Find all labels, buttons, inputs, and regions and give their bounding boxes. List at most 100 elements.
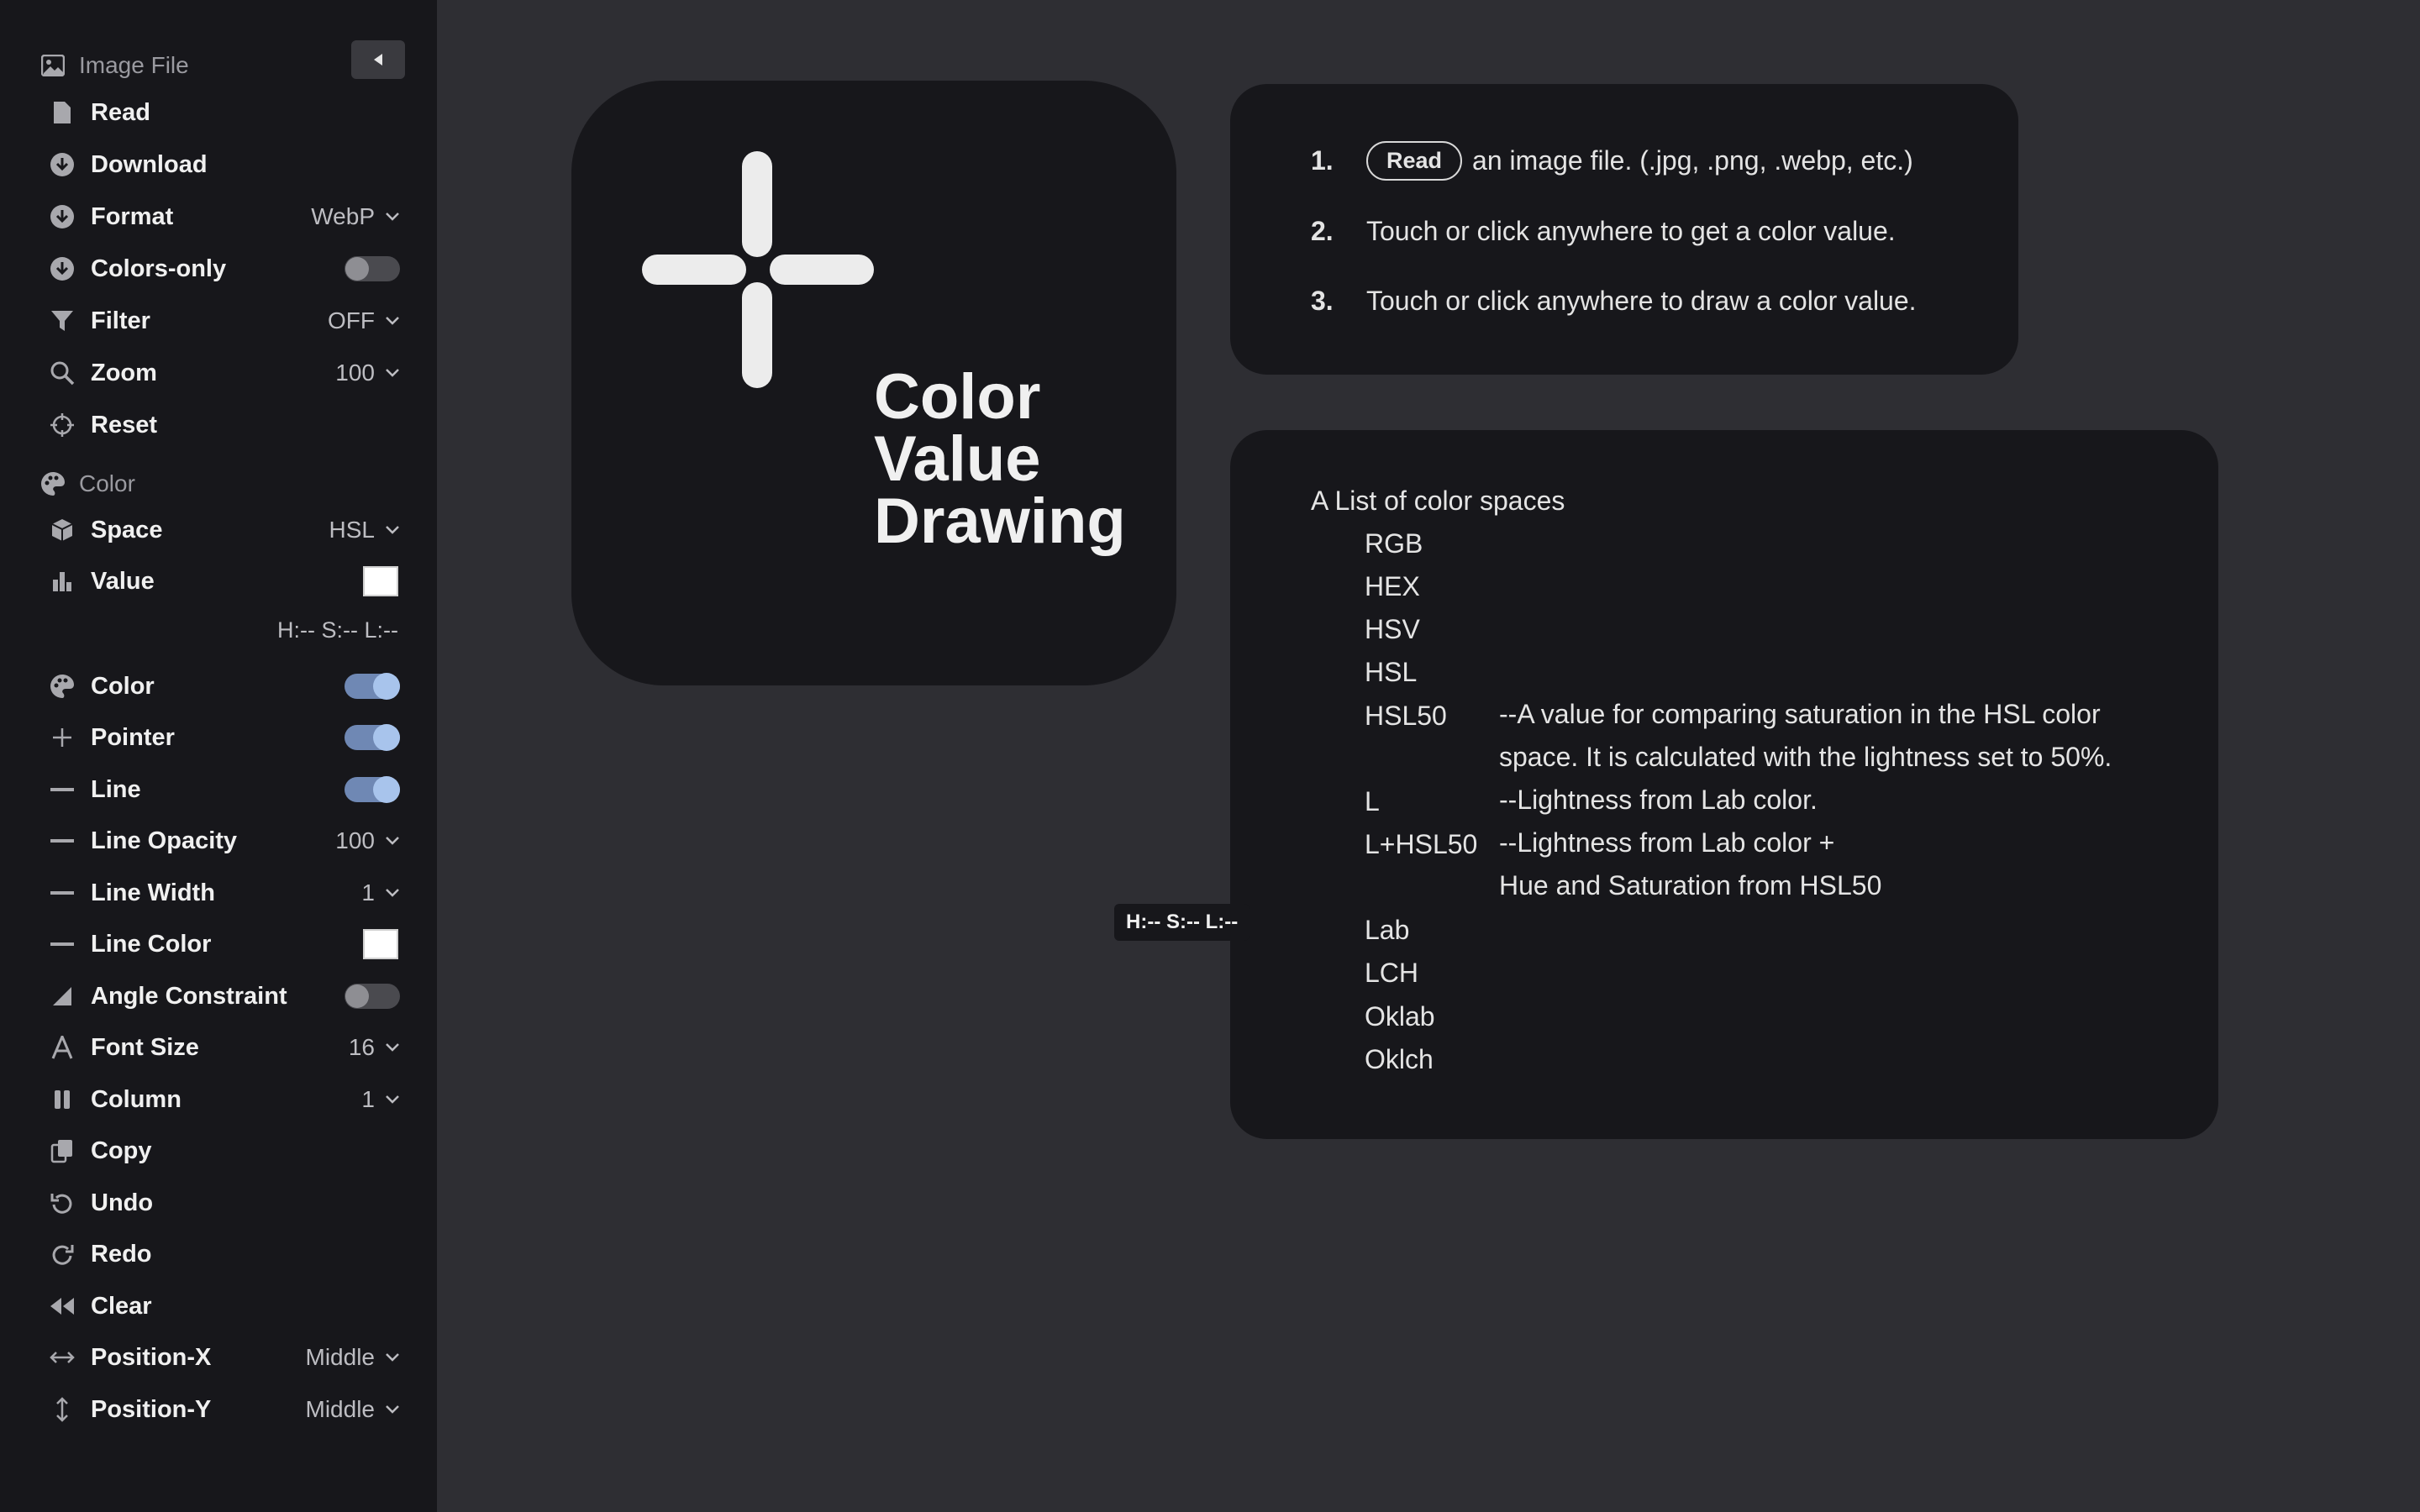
step-text: Touch or click anywhere to draw a color … (1366, 285, 1917, 316)
step-3: 3. Touch or click anywhere to draw a col… (1311, 280, 1917, 322)
line-icon (47, 929, 77, 959)
line-color-label: Line Color (91, 930, 212, 958)
zoom-value: 100 (335, 360, 375, 386)
color-space-item: HEX (1365, 571, 1420, 601)
clear-button[interactable]: Clear (47, 1286, 402, 1326)
copy-button[interactable]: Copy (47, 1131, 402, 1171)
step-number: 2. (1311, 215, 1334, 246)
inline-read-button[interactable]: Read (1366, 140, 1463, 181)
app-logo-card: Color Value Drawing (571, 81, 1176, 685)
color-toggle[interactable] (345, 673, 400, 700)
palette-icon (47, 671, 77, 701)
download-button[interactable]: Download (47, 144, 402, 185)
image-icon (39, 51, 67, 80)
section-label: Color (79, 470, 135, 496)
logo-line-3: Drawing (874, 486, 1126, 557)
color-space-item: RGB (1365, 528, 1423, 559)
value-color-swatch[interactable] (363, 566, 398, 596)
color-row: Color (47, 666, 402, 706)
position-y-value: Middle (305, 1396, 375, 1422)
undo-icon (47, 1188, 77, 1218)
line-width-select[interactable]: Line Width 1 (47, 873, 402, 913)
filter-icon (47, 306, 77, 336)
position-x-select[interactable]: Position-X Middle (47, 1337, 402, 1378)
angle-constraint-label: Angle Constraint (91, 982, 287, 1010)
format-select[interactable]: Format WebP (47, 197, 402, 237)
chevron-down-icon (385, 208, 402, 225)
collapse-sidebar-button[interactable] (351, 40, 405, 79)
download-icon (47, 150, 77, 180)
color-space-item: Oklch (1365, 1044, 1434, 1074)
step-number: 3. (1311, 285, 1334, 316)
space-label: Space (91, 516, 163, 543)
color-space-item: HSL50 (1365, 701, 1447, 731)
floating-color-readout: H:-- S:-- L:-- (1114, 904, 1250, 941)
color-space-item: L+HSL50 (1365, 829, 1478, 859)
step-text: Touch or click anywhere to get a color v… (1366, 215, 1896, 246)
reset-button[interactable]: Reset (47, 405, 402, 445)
angle-icon (47, 981, 77, 1011)
line-toggle[interactable] (345, 776, 400, 803)
line-opacity-select[interactable]: Line Opacity 100 (47, 821, 402, 861)
redo-button[interactable]: Redo (47, 1234, 402, 1274)
angle-constraint-toggle[interactable] (345, 984, 400, 1009)
chevron-down-icon (385, 1091, 402, 1108)
column-select[interactable]: Column 1 (47, 1079, 402, 1120)
read-button[interactable]: Read (47, 92, 402, 133)
section-color: Color (39, 465, 135, 502)
hsl50-description: --A value for comparing saturation in th… (1499, 699, 2112, 772)
pointer-toggle[interactable] (345, 724, 400, 751)
sidebar: Image File Read Download Format WebP Col… (0, 0, 437, 1512)
line-icon (47, 878, 77, 908)
line-icon (47, 826, 77, 856)
column-label: Column (91, 1085, 182, 1113)
space-select[interactable]: Space HSL (47, 510, 402, 550)
position-y-select[interactable]: Position-Y Middle (47, 1389, 402, 1430)
font-size-label: Font Size (91, 1033, 199, 1061)
reset-label: Reset (91, 411, 157, 438)
line-opacity-label: Line Opacity (91, 827, 238, 854)
color-label: Color (91, 672, 155, 700)
colors-only-row: Colors-only (47, 249, 402, 289)
horizontal-arrows-icon (47, 1342, 77, 1373)
zoom-select[interactable]: Zoom 100 (47, 353, 402, 393)
colors-only-label: Colors-only (91, 255, 227, 282)
format-value: WebP (311, 203, 375, 229)
color-space-item: HSL (1365, 657, 1418, 687)
column-value: 1 (361, 1086, 375, 1112)
font-size-select[interactable]: Font Size 16 (47, 1027, 402, 1068)
chevron-down-icon (385, 365, 402, 381)
cube-icon (47, 515, 77, 545)
pointer-label: Pointer (91, 723, 175, 751)
position-x-label: Position-X (91, 1343, 212, 1371)
search-icon (47, 358, 77, 388)
chevron-down-icon (385, 1039, 402, 1056)
color-space-item: HSV (1365, 614, 1420, 644)
line-width-label: Line Width (91, 879, 215, 906)
chevron-down-icon (385, 312, 402, 329)
instructions-card: 1. Read an image file. (.jpg, .png, .web… (1230, 84, 2018, 375)
color-spaces-title: A List of color spaces (1311, 486, 1565, 516)
step-2: 2. Touch or click anywhere to get a colo… (1311, 210, 1896, 252)
copy-icon (47, 1136, 77, 1166)
value-row: Value (47, 561, 402, 601)
columns-icon (47, 1084, 77, 1115)
chevron-down-icon (385, 1401, 402, 1418)
colors-only-toggle[interactable] (345, 256, 400, 281)
crosshair-logo-icon (642, 151, 874, 388)
font-size-value: 16 (348, 1034, 375, 1060)
color-space-item: Oklab (1365, 1001, 1435, 1032)
bar-chart-icon (47, 566, 77, 596)
line-color-swatch[interactable] (363, 929, 398, 959)
chevron-down-icon (385, 522, 402, 538)
filter-value: OFF (328, 307, 375, 333)
chevron-down-icon (385, 885, 402, 901)
format-label: Format (91, 202, 174, 230)
chevron-down-icon (385, 1349, 402, 1366)
undo-button[interactable]: Undo (47, 1183, 402, 1223)
vertical-arrows-icon (47, 1394, 77, 1425)
filter-select[interactable]: Filter OFF (47, 301, 402, 341)
read-label: Read (91, 98, 150, 126)
color-space-item: LCH (1365, 958, 1419, 988)
crosshair-icon (47, 410, 77, 440)
